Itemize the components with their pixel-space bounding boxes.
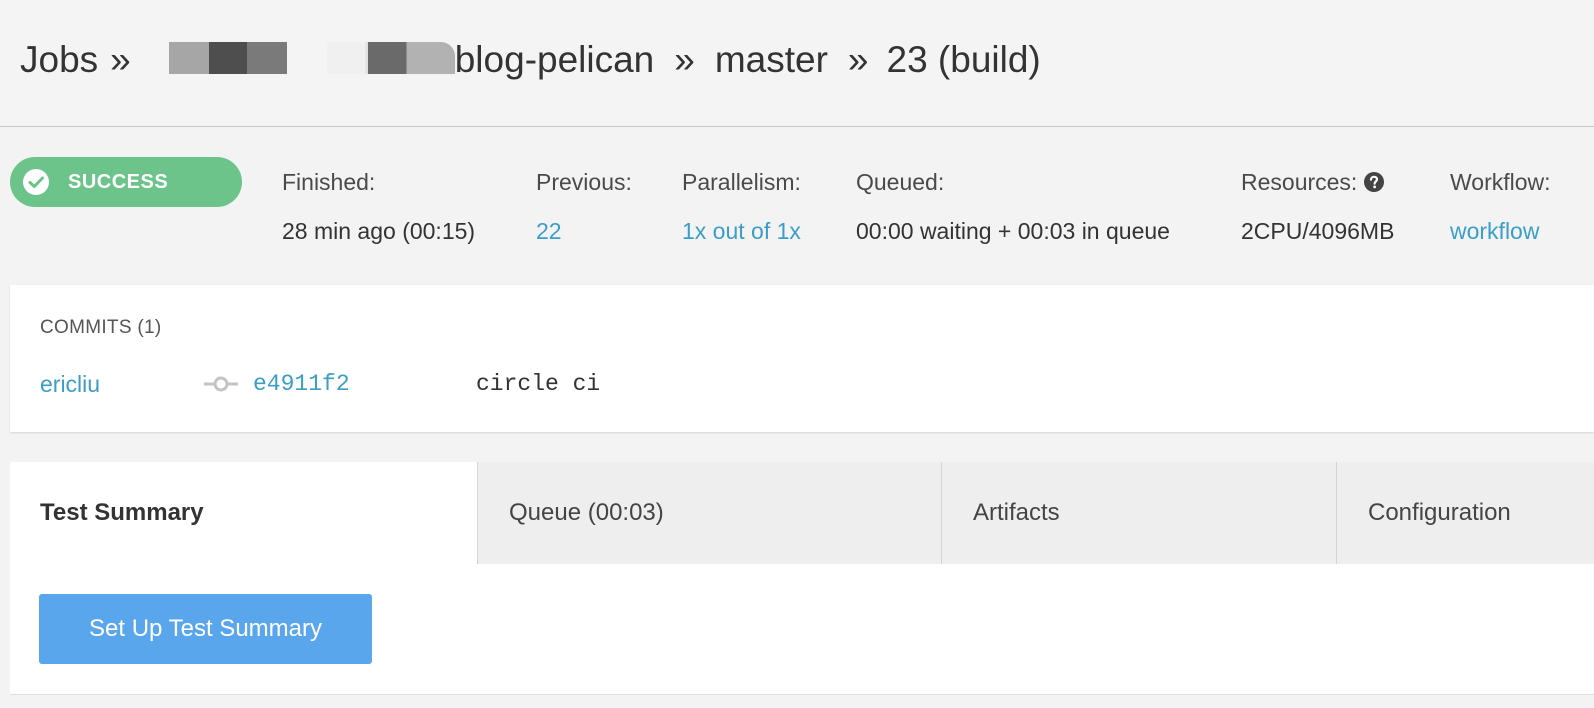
meta-finished: Finished: 28 min ago (00:15) [282, 167, 475, 246]
page-header: Jobs » blog-pelican » master » 23 (build) [0, 0, 1594, 127]
workflow-link[interactable]: workflow [1450, 216, 1551, 246]
meta-queued: Queued: 00:00 waiting + 00:03 in queue [856, 167, 1170, 246]
resources-label: Resources: [1241, 169, 1358, 195]
queued-value: 00:00 waiting + 00:03 in queue [856, 218, 1170, 244]
build-status-row: SUCCESS Finished: 28 min ago (00:15) Pre… [0, 127, 1594, 284]
tab-artifacts[interactable]: Artifacts [941, 462, 1337, 564]
status-label: SUCCESS [68, 171, 169, 193]
breadcrumb: Jobs » blog-pelican » master » 23 (build) [20, 34, 1041, 84]
breadcrumb-separator: » [847, 39, 869, 81]
queued-label: Queued: [856, 169, 945, 195]
redacted-org-name [168, 42, 287, 75]
meta-workflow: Workflow: workflow [1450, 167, 1551, 246]
resources-value: 2CPU/4096MB [1241, 218, 1395, 244]
tab-queue[interactable]: Queue (00:03) [477, 462, 942, 564]
set-up-test-summary-button[interactable]: Set Up Test Summary [39, 594, 372, 664]
tab-label: Configuration [1368, 499, 1511, 526]
previous-build-link[interactable]: 22 [536, 216, 632, 246]
commits-card: COMMITS (1) ericliu e4911f2 circle ci [10, 285, 1594, 432]
breadcrumb-separator: » [110, 39, 131, 81]
breadcrumb-project[interactable]: blog-pelican [455, 36, 655, 84]
commit-author-link[interactable]: ericliu [40, 369, 100, 399]
breadcrumb-separator: » [674, 39, 695, 81]
finished-value: 28 min ago (00:15) [282, 218, 476, 244]
parallelism-label: Parallelism: [682, 169, 801, 195]
tab-configuration[interactable]: Configuration [1336, 462, 1594, 564]
workflow-label: Workflow: [1450, 169, 1551, 195]
check-circle-icon [23, 169, 49, 195]
tab-test-summary[interactable]: Test Summary [10, 462, 477, 564]
tab-label: Artifacts [973, 499, 1060, 526]
breadcrumb-build: 23 (build) [886, 39, 1041, 81]
meta-resources: Resources: 2CPU/4096MB [1241, 167, 1394, 246]
commits-title: COMMITS (1) [40, 317, 162, 338]
tab-label: Test Summary [40, 499, 204, 526]
commit-message: circle ci [476, 371, 601, 397]
question-circle-icon[interactable] [1363, 171, 1385, 193]
breadcrumb-branch[interactable]: master [715, 36, 828, 84]
meta-previous: Previous: 22 [536, 167, 632, 246]
redacted-project-prefix [326, 42, 455, 75]
commit-hash-link[interactable]: e4911f2 [253, 369, 350, 399]
tab-label: Queue (00:03) [509, 499, 664, 526]
finished-label: Finished: [282, 169, 376, 195]
git-commit-icon [204, 376, 238, 392]
status-badge: SUCCESS [10, 157, 242, 207]
test-summary-panel: Set Up Test Summary [10, 564, 1594, 695]
meta-parallelism: Parallelism: 1x out of 1x [682, 167, 801, 246]
build-tabs: Test Summary Queue (00:03) Artifacts Con… [10, 462, 1594, 564]
previous-label: Previous: [536, 169, 632, 195]
breadcrumb-jobs[interactable]: Jobs [20, 36, 98, 84]
parallelism-link[interactable]: 1x out of 1x [682, 216, 801, 246]
